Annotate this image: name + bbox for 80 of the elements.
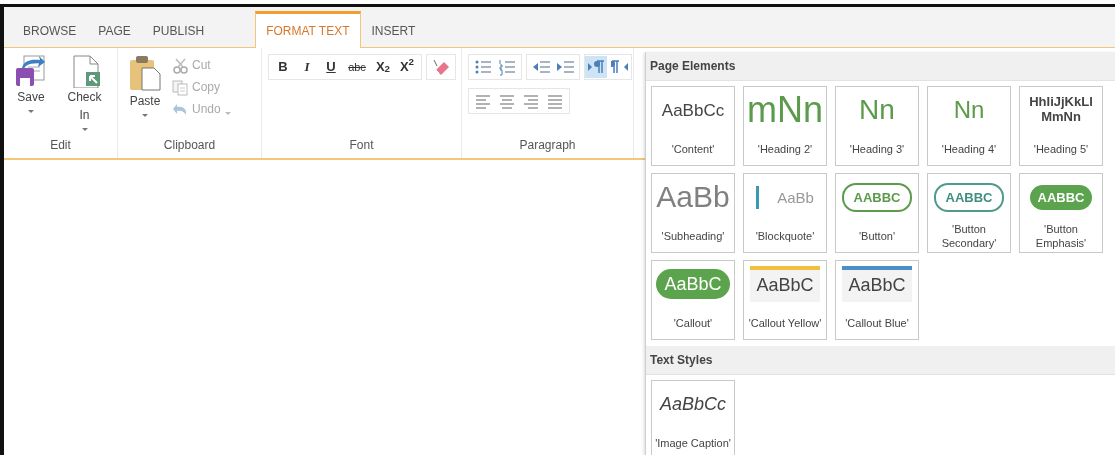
align-right-icon xyxy=(522,92,540,110)
ribbon-tab[interactable]: PUBLISH xyxy=(141,12,216,48)
style-tile[interactable]: Nn 'Heading 4' xyxy=(927,86,1011,166)
style-preview: AaBbCc xyxy=(661,101,725,119)
style-preview: AABBC xyxy=(841,182,913,212)
caret-icon xyxy=(28,110,34,113)
style-preview: AaBbC xyxy=(656,269,730,299)
section-heading: Text Styles xyxy=(646,346,1115,375)
style-tile[interactable]: AaBbC 'Callout Yellow' xyxy=(743,260,827,340)
group-label: Font xyxy=(348,137,375,154)
style-preview: Nn xyxy=(953,98,985,122)
style-name: 'Callout' xyxy=(672,315,714,331)
style-name: 'Button Emphasis' xyxy=(1034,221,1088,251)
format-button[interactable]: B xyxy=(272,56,294,78)
style-tile[interactable]: AaBbCc 'Content' xyxy=(651,86,735,166)
format-button[interactable]: X$^{2}$ xyxy=(396,56,418,78)
style-tile[interactable]: AABBC 'Button Emphasis' xyxy=(1019,173,1103,253)
left-to-right-icon xyxy=(587,58,605,76)
copy-icon xyxy=(172,78,188,96)
style-tile[interactable]: AABBC 'Button' xyxy=(835,173,919,253)
style-name: 'Heading 3' xyxy=(848,141,906,157)
style-name: 'Blockquote' xyxy=(754,228,816,244)
paste-button[interactable]: Paste xyxy=(124,54,166,136)
style-name: 'Heading 5' xyxy=(1032,141,1090,157)
justify-icon xyxy=(546,92,564,110)
eraser-icon xyxy=(432,58,450,76)
ribbon-tab[interactable]: PAGE xyxy=(87,12,142,48)
group-label: Paragraph xyxy=(518,137,577,154)
style-name: 'Button Secondary' xyxy=(940,221,998,251)
save-icon xyxy=(14,54,48,88)
style-name: 'Subheading' xyxy=(660,228,726,244)
caret-icon xyxy=(81,128,88,131)
format-button[interactable]: abc xyxy=(344,56,370,78)
style-tile[interactable]: AaBbC 'Callout' xyxy=(651,260,735,340)
style-name: 'Heading 4' xyxy=(940,141,998,157)
style-preview: AABBC xyxy=(1029,184,1093,210)
style-name: 'Heading 2' xyxy=(756,141,814,157)
format-button[interactable]: I xyxy=(296,56,318,78)
group-label: Edit xyxy=(49,137,72,154)
style-tile[interactable]: mNn 'Heading 2' xyxy=(743,86,827,166)
style-preview: HhIiJjKkLlMmNn xyxy=(1028,95,1094,125)
style-tile[interactable]: AaBbC 'Callout Blue' xyxy=(835,260,919,340)
scissors-icon xyxy=(172,56,188,74)
caret-icon xyxy=(224,111,231,115)
outdent-icon xyxy=(532,58,550,76)
style-name: 'Callout Yellow' xyxy=(747,315,823,331)
format-button[interactable]: X$_{2}$ xyxy=(372,56,394,78)
ribbon-button[interactable]: Save xyxy=(10,54,52,136)
ribbon-button[interactable]: Check In xyxy=(58,54,111,136)
indent-icon xyxy=(556,58,574,76)
align-left-icon xyxy=(474,92,492,110)
style-name: 'Callout Blue' xyxy=(844,315,910,331)
style-tile[interactable]: AaBbCc 'Image Caption' xyxy=(651,380,735,455)
clipboard-icon xyxy=(128,54,162,92)
style-tile[interactable]: AaBb 'Subheading' xyxy=(651,173,735,253)
style-preview: AaBbCc xyxy=(659,395,726,413)
style-preview: AaBb xyxy=(656,182,730,212)
style-preview: AaBbC xyxy=(842,266,912,302)
style-preview: Nn xyxy=(859,96,895,124)
style-preview: AaBb xyxy=(756,185,814,209)
bullet-list-icon xyxy=(474,58,492,76)
align-center-icon xyxy=(498,92,516,110)
style-tile[interactable]: Nn 'Heading 3' xyxy=(835,86,919,166)
section-heading: Page Elements xyxy=(646,52,1115,81)
style-tile[interactable]: AABBC 'Button Secondary' xyxy=(927,173,1011,253)
style-tile[interactable]: HhIiJjKkLlMmNn 'Heading 5' xyxy=(1019,86,1103,166)
group-label: Clipboard xyxy=(162,137,217,154)
text-direction-button[interactable] xyxy=(585,56,607,78)
format-button[interactable]: U xyxy=(320,56,342,78)
caret-icon xyxy=(142,114,148,117)
style-name: 'Button' xyxy=(858,228,896,244)
style-name: 'Content' xyxy=(670,141,716,157)
style-preview: mNn xyxy=(747,92,823,128)
ribbon-tab[interactable]: BROWSE xyxy=(12,12,88,48)
style-preview: AABBC xyxy=(933,182,1005,212)
style-preview: AaBbC xyxy=(750,266,820,302)
style-tile[interactable]: AaBb 'Blockquote' xyxy=(743,173,827,253)
right-to-left-icon xyxy=(611,58,629,76)
style-name: 'Image Caption' xyxy=(654,435,732,451)
ribbon-tab[interactable]: INSERT xyxy=(360,12,427,48)
